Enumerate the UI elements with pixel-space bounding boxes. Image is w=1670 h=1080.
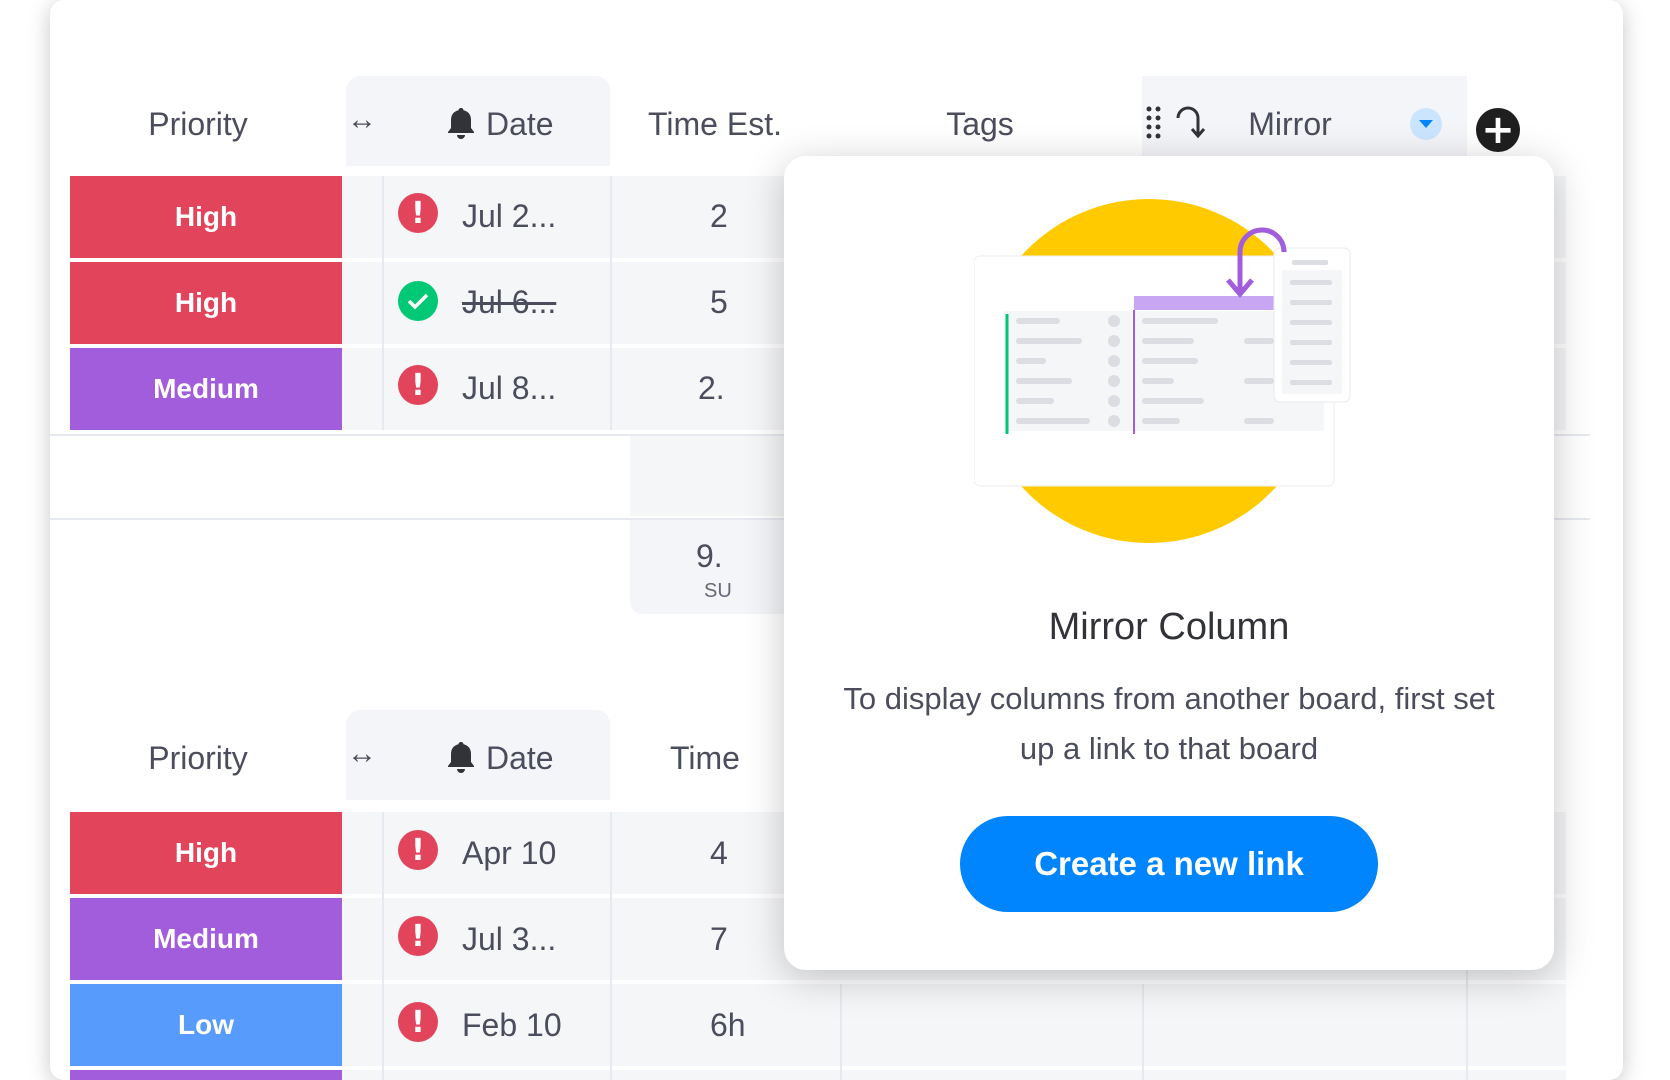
- exclamation-icon: !: [398, 1002, 438, 1042]
- time-value[interactable]: 2: [710, 196, 728, 236]
- column-header-date[interactable]: Date: [486, 104, 586, 144]
- exclamation-icon: !: [398, 830, 438, 870]
- date-value[interactable]: Jul 8...: [462, 368, 556, 408]
- time-value[interactable]: 4: [710, 833, 728, 873]
- column-header-date[interactable]: Date: [486, 738, 586, 778]
- add-column-icon[interactable]: +: [1476, 108, 1520, 152]
- date-value[interactable]: Feb 10: [462, 1005, 562, 1045]
- mirror-arrow-icon: [1172, 104, 1206, 140]
- priority-cell[interactable]: High: [70, 812, 342, 894]
- column-resize-icon[interactable]: ↔: [340, 100, 384, 140]
- date-value[interactable]: Jul 3...: [462, 919, 556, 959]
- popup-description: To display columns from another board, f…: [843, 681, 1495, 766]
- priority-cell[interactable]: Low: [70, 984, 342, 1066]
- board-card: Priority ↔ Date Time Est. Tags Mirror + …: [50, 0, 1623, 1080]
- column-divider: [1142, 984, 1144, 1080]
- column-divider: [382, 176, 384, 430]
- drag-handle-icon[interactable]: [1144, 104, 1164, 140]
- summary-label: SU: [704, 580, 732, 602]
- mirror-column-popup: Mirror Column To display columns from an…: [784, 156, 1554, 970]
- exclamation-icon: !: [398, 193, 438, 233]
- bell-icon: [445, 740, 477, 776]
- column-divider: [610, 176, 612, 430]
- check-icon: [398, 281, 438, 321]
- column-header-priority[interactable]: Priority: [70, 738, 326, 778]
- priority-cell[interactable]: [70, 1070, 342, 1080]
- popup-title: Mirror Column: [1048, 606, 1290, 648]
- column-divider: [610, 812, 612, 1080]
- priority-cell[interactable]: High: [70, 176, 342, 258]
- bell-icon: [445, 106, 477, 142]
- time-value[interactable]: 6h: [710, 1005, 746, 1045]
- date-value[interactable]: Jul 6...: [462, 282, 556, 322]
- column-header-priority[interactable]: Priority: [70, 104, 326, 144]
- mirror-illustration: [973, 196, 1364, 556]
- summary-value: 9.: [696, 538, 723, 574]
- time-value[interactable]: 7: [710, 919, 728, 959]
- priority-cell[interactable]: High: [70, 262, 342, 344]
- time-value[interactable]: 5: [710, 282, 728, 322]
- column-divider: [840, 984, 842, 1080]
- create-new-link-button[interactable]: Create a new link: [960, 816, 1378, 912]
- column-header-time-est[interactable]: Time Est.: [630, 104, 800, 144]
- column-divider: [382, 812, 384, 1080]
- time-value[interactable]: 2.: [698, 368, 725, 408]
- exclamation-icon: !: [398, 365, 438, 405]
- column-header-mirror[interactable]: Mirror: [1230, 104, 1350, 144]
- priority-cell[interactable]: Medium: [70, 348, 342, 430]
- caret-down-icon[interactable]: [1410, 108, 1442, 140]
- exclamation-icon: !: [398, 916, 438, 956]
- date-value[interactable]: Apr 10: [462, 833, 556, 873]
- table-row[interactable]: [326, 1070, 1566, 1080]
- date-value[interactable]: Jul 2...: [462, 196, 556, 236]
- column-header-tags[interactable]: Tags: [910, 104, 1050, 144]
- priority-cell[interactable]: Medium: [70, 898, 342, 980]
- column-header-time-est[interactable]: Time: [670, 738, 790, 778]
- column-resize-icon[interactable]: ↔: [340, 734, 384, 774]
